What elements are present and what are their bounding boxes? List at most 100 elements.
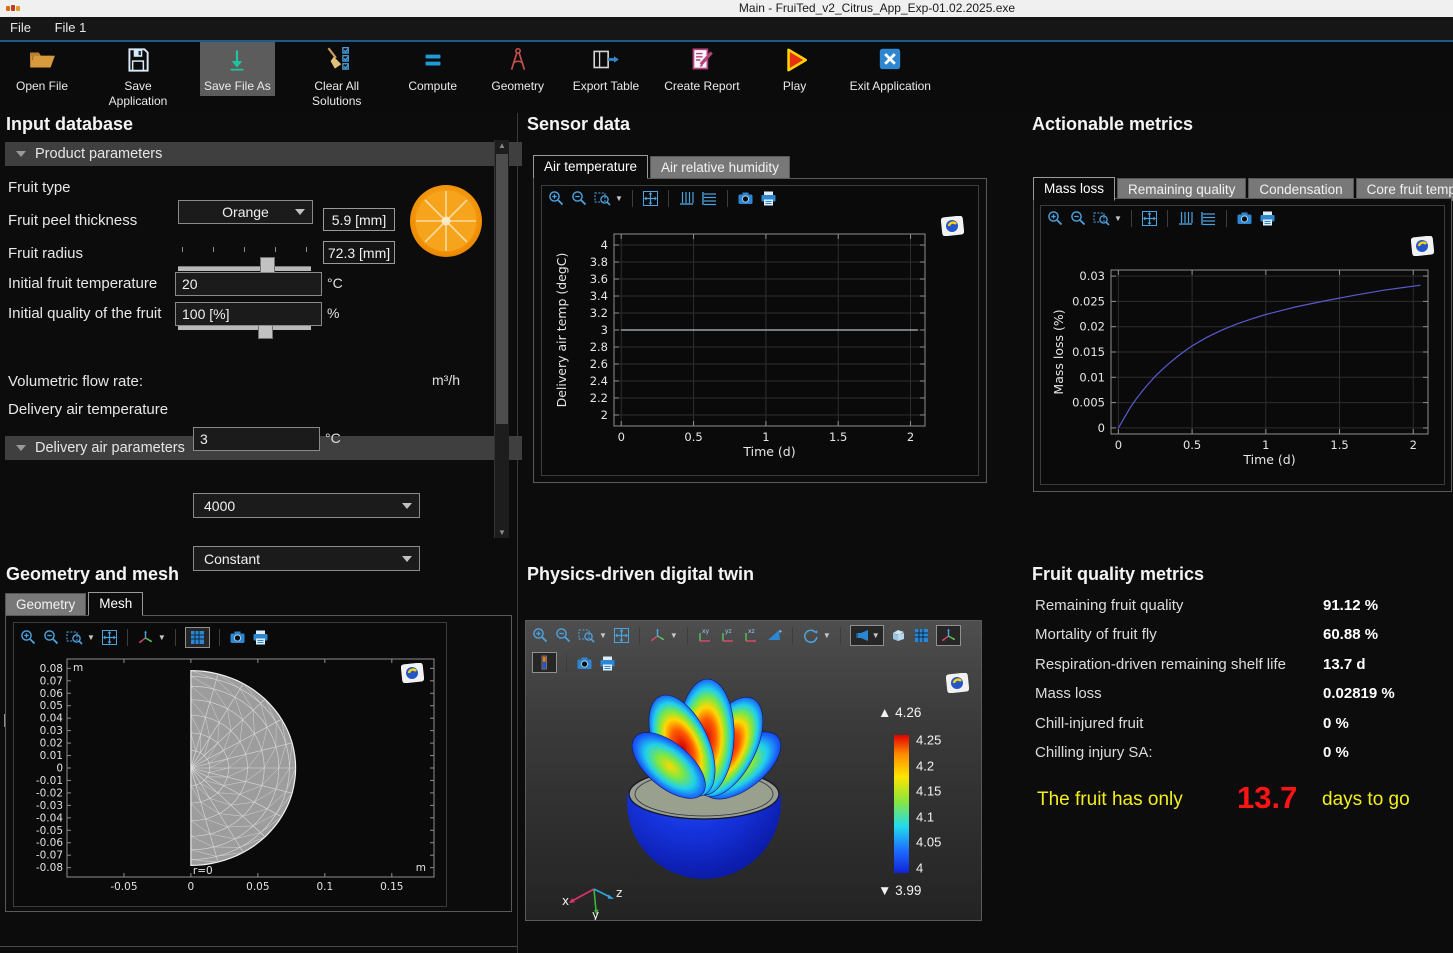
sensor-plot-toolbar: ▼ bbox=[542, 186, 978, 211]
dropdown-arrow-icon[interactable]: ▼ bbox=[158, 633, 166, 642]
column-divider bbox=[517, 113, 518, 953]
grid-icon[interactable] bbox=[913, 627, 930, 644]
camera-icon[interactable] bbox=[1236, 210, 1253, 227]
create-report-button[interactable]: Create Report bbox=[660, 42, 743, 96]
fruit-type-select[interactable]: Orange bbox=[178, 200, 313, 224]
metric-label: Chill-injured fruit bbox=[1035, 715, 1143, 732]
initial-quality-unit: % bbox=[327, 305, 339, 321]
rotate-icon[interactable] bbox=[802, 627, 819, 644]
dropdown-arrow-icon[interactable]: ▼ bbox=[1114, 214, 1122, 223]
initial-fruit-temperature-input[interactable]: 20 bbox=[175, 272, 322, 296]
zoom-box-icon[interactable] bbox=[578, 627, 595, 644]
zoom-out-icon[interactable] bbox=[555, 627, 572, 644]
colorbar-min-label: ▼ 3.99 bbox=[878, 883, 921, 898]
scroll-down-icon[interactable]: ▼ bbox=[495, 528, 509, 537]
axis-triad-icon[interactable] bbox=[649, 627, 666, 644]
scene-light-icon[interactable] bbox=[890, 627, 907, 644]
exit-application-button[interactable]: Exit Application bbox=[846, 42, 935, 96]
x-grid-icon[interactable] bbox=[701, 190, 718, 207]
chevron-down-icon bbox=[402, 556, 412, 562]
y-grid-icon[interactable] bbox=[1177, 210, 1194, 227]
dropdown-arrow-icon[interactable]: ▼ bbox=[670, 631, 678, 640]
product-parameters-section[interactable]: Product parameters bbox=[5, 142, 522, 166]
geometry-button[interactable]: Geometry bbox=[484, 42, 552, 96]
save-application-button[interactable]: Save Application bbox=[93, 42, 183, 111]
svg-text:2.4: 2.4 bbox=[590, 374, 608, 388]
dropdown-arrow-icon[interactable]: ▼ bbox=[87, 633, 95, 642]
open-file-button[interactable]: Open File bbox=[8, 42, 76, 96]
metric-value: 13.7 d bbox=[1323, 656, 1366, 673]
mesh-plot[interactable]: 0.080.070.060.050.040.030.020.010-0.01-0… bbox=[14, 651, 444, 903]
tab-mesh[interactable]: Mesh bbox=[88, 592, 143, 616]
svg-text:0.15: 0.15 bbox=[380, 881, 403, 893]
volumetric-flow-rate-select[interactable]: 4000 bbox=[193, 493, 420, 518]
clear-all-solutions-button[interactable]: Clear All Solutions bbox=[292, 42, 382, 111]
dropdown-arrow-icon[interactable]: ▼ bbox=[599, 631, 607, 640]
svg-text:0.01: 0.01 bbox=[40, 750, 63, 762]
delivery-air-temperature-select[interactable]: Constant bbox=[193, 546, 420, 571]
print-icon[interactable] bbox=[1259, 210, 1276, 227]
grid-toggle-button[interactable] bbox=[185, 627, 210, 648]
zoom-in-icon[interactable] bbox=[532, 627, 549, 644]
zoom-out-icon[interactable] bbox=[43, 629, 60, 646]
dropdown-arrow-icon[interactable]: ▼ bbox=[823, 631, 831, 640]
tab-geometry[interactable]: Geometry bbox=[5, 593, 86, 616]
bottom-splitter[interactable] bbox=[0, 946, 517, 947]
axes-toggle-button[interactable] bbox=[936, 625, 961, 646]
camera-icon[interactable] bbox=[229, 629, 246, 646]
tab-air-relative-humidity[interactable]: Air relative humidity bbox=[650, 156, 790, 179]
initial-quality-input[interactable]: 100 [%] bbox=[175, 302, 322, 326]
fit-view-icon[interactable] bbox=[101, 629, 118, 646]
x-grid-icon[interactable] bbox=[1200, 210, 1217, 227]
print-icon[interactable] bbox=[760, 190, 777, 207]
metric-value: 0 % bbox=[1323, 715, 1349, 732]
export-table-button[interactable]: Export Table bbox=[569, 42, 644, 96]
zoom-in-icon[interactable] bbox=[548, 190, 565, 207]
main-toolbar: Open File Save Application Save File As … bbox=[0, 42, 1453, 113]
save-file-as-button[interactable]: Save File As bbox=[200, 42, 275, 96]
view-xz-icon[interactable] bbox=[743, 627, 760, 644]
orange-digital-twin-3d[interactable]: x y z bbox=[526, 667, 886, 920]
orange-slice-image bbox=[408, 183, 484, 259]
transparency-button[interactable]: ▼ bbox=[850, 625, 884, 646]
dropdown-arrow-icon[interactable]: ▼ bbox=[615, 194, 623, 203]
zoom-box-icon[interactable] bbox=[66, 629, 83, 646]
window-title: Main - FruiTed_v2_Citrus_App_Exp-01.02.2… bbox=[739, 1, 1015, 15]
print-icon[interactable] bbox=[252, 629, 269, 646]
scroll-up-icon[interactable]: ▲ bbox=[495, 141, 509, 150]
grid-icon bbox=[189, 629, 206, 646]
fit-view-icon[interactable] bbox=[1141, 210, 1158, 227]
vertical-scrollbar[interactable]: ▲ ▼ bbox=[494, 140, 509, 538]
fit-view-icon[interactable] bbox=[642, 190, 659, 207]
y-grid-icon[interactable] bbox=[678, 190, 695, 207]
zoom-in-icon[interactable] bbox=[20, 629, 37, 646]
zoom-out-icon[interactable] bbox=[1070, 210, 1087, 227]
mass-loss-chart[interactable]: 00.0050.010.0150.020.0250.0300.511.52Tim… bbox=[1041, 258, 1444, 480]
zoom-in-icon[interactable] bbox=[1047, 210, 1064, 227]
tab-air-temperature[interactable]: Air temperature bbox=[533, 155, 648, 179]
zoom-box-icon[interactable] bbox=[1093, 210, 1110, 227]
zoom-out-icon[interactable] bbox=[571, 190, 588, 207]
menu-file1[interactable]: File 1 bbox=[45, 17, 97, 35]
perspective-icon[interactable] bbox=[766, 627, 783, 644]
svg-text:0.025: 0.025 bbox=[1072, 294, 1105, 308]
svg-text:m: m bbox=[416, 862, 426, 874]
view-xy-icon[interactable] bbox=[697, 627, 714, 644]
fit-view-icon[interactable] bbox=[613, 627, 630, 644]
massloss-plot-toolbar: ▼ bbox=[1041, 206, 1444, 231]
menu-file[interactable]: File bbox=[0, 17, 41, 35]
tab-mass-loss[interactable]: Mass loss bbox=[1033, 177, 1115, 201]
fruit-peel-thickness-value[interactable]: 5.9 [mm] bbox=[323, 208, 395, 231]
air-temperature-chart[interactable]: 22.22.42.62.833.23.43.63.8400.511.52Time… bbox=[542, 224, 987, 472]
compute-button[interactable]: Compute bbox=[399, 42, 467, 96]
window-titlebar[interactable]: Main - FruiTed_v2_Citrus_App_Exp-01.02.2… bbox=[0, 0, 1453, 17]
zoom-box-icon[interactable] bbox=[594, 190, 611, 207]
camera-icon[interactable] bbox=[737, 190, 754, 207]
play-button[interactable]: Play bbox=[761, 42, 829, 96]
scrollbar-thumb[interactable] bbox=[496, 154, 508, 424]
axis-triad-icon[interactable] bbox=[137, 629, 154, 646]
digital-twin-panel[interactable]: ▼ ▼ ▼ ▼ bbox=[525, 620, 982, 921]
view-yz-icon[interactable] bbox=[720, 627, 737, 644]
fruit-radius-value[interactable]: 72.3 [mm] bbox=[323, 241, 395, 264]
air-temperature-value-input[interactable]: 3 bbox=[193, 427, 320, 451]
